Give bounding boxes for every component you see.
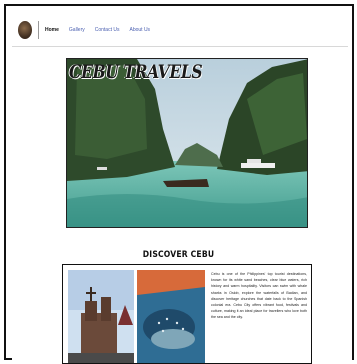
nav-divider	[38, 21, 39, 39]
hero-photo	[67, 59, 307, 227]
discover-description: Cebu is one of the Philippines' top tour…	[211, 272, 307, 320]
frame-corner	[4, 358, 12, 360]
nav-link-home[interactable]: Home	[45, 27, 59, 33]
section-heading: DISCOVER CEBU	[142, 250, 215, 260]
nav-link-about[interactable]: About Us	[129, 27, 150, 33]
nav-link-gallery[interactable]: Gallery	[69, 27, 85, 33]
discover-card: Cebu is one of the Philippines' top tour…	[62, 264, 312, 364]
site-logo[interactable]	[18, 21, 32, 39]
nav-link-contact[interactable]: Contact Us	[95, 27, 120, 33]
hero-title: CEBU TRAVELS	[69, 61, 203, 83]
nav-links: Home Gallery Contact Us About Us	[45, 27, 150, 33]
top-navbar: Home Gallery Contact Us About Us	[12, 14, 348, 47]
hero-banner: CEBU TRAVELS	[66, 58, 308, 228]
